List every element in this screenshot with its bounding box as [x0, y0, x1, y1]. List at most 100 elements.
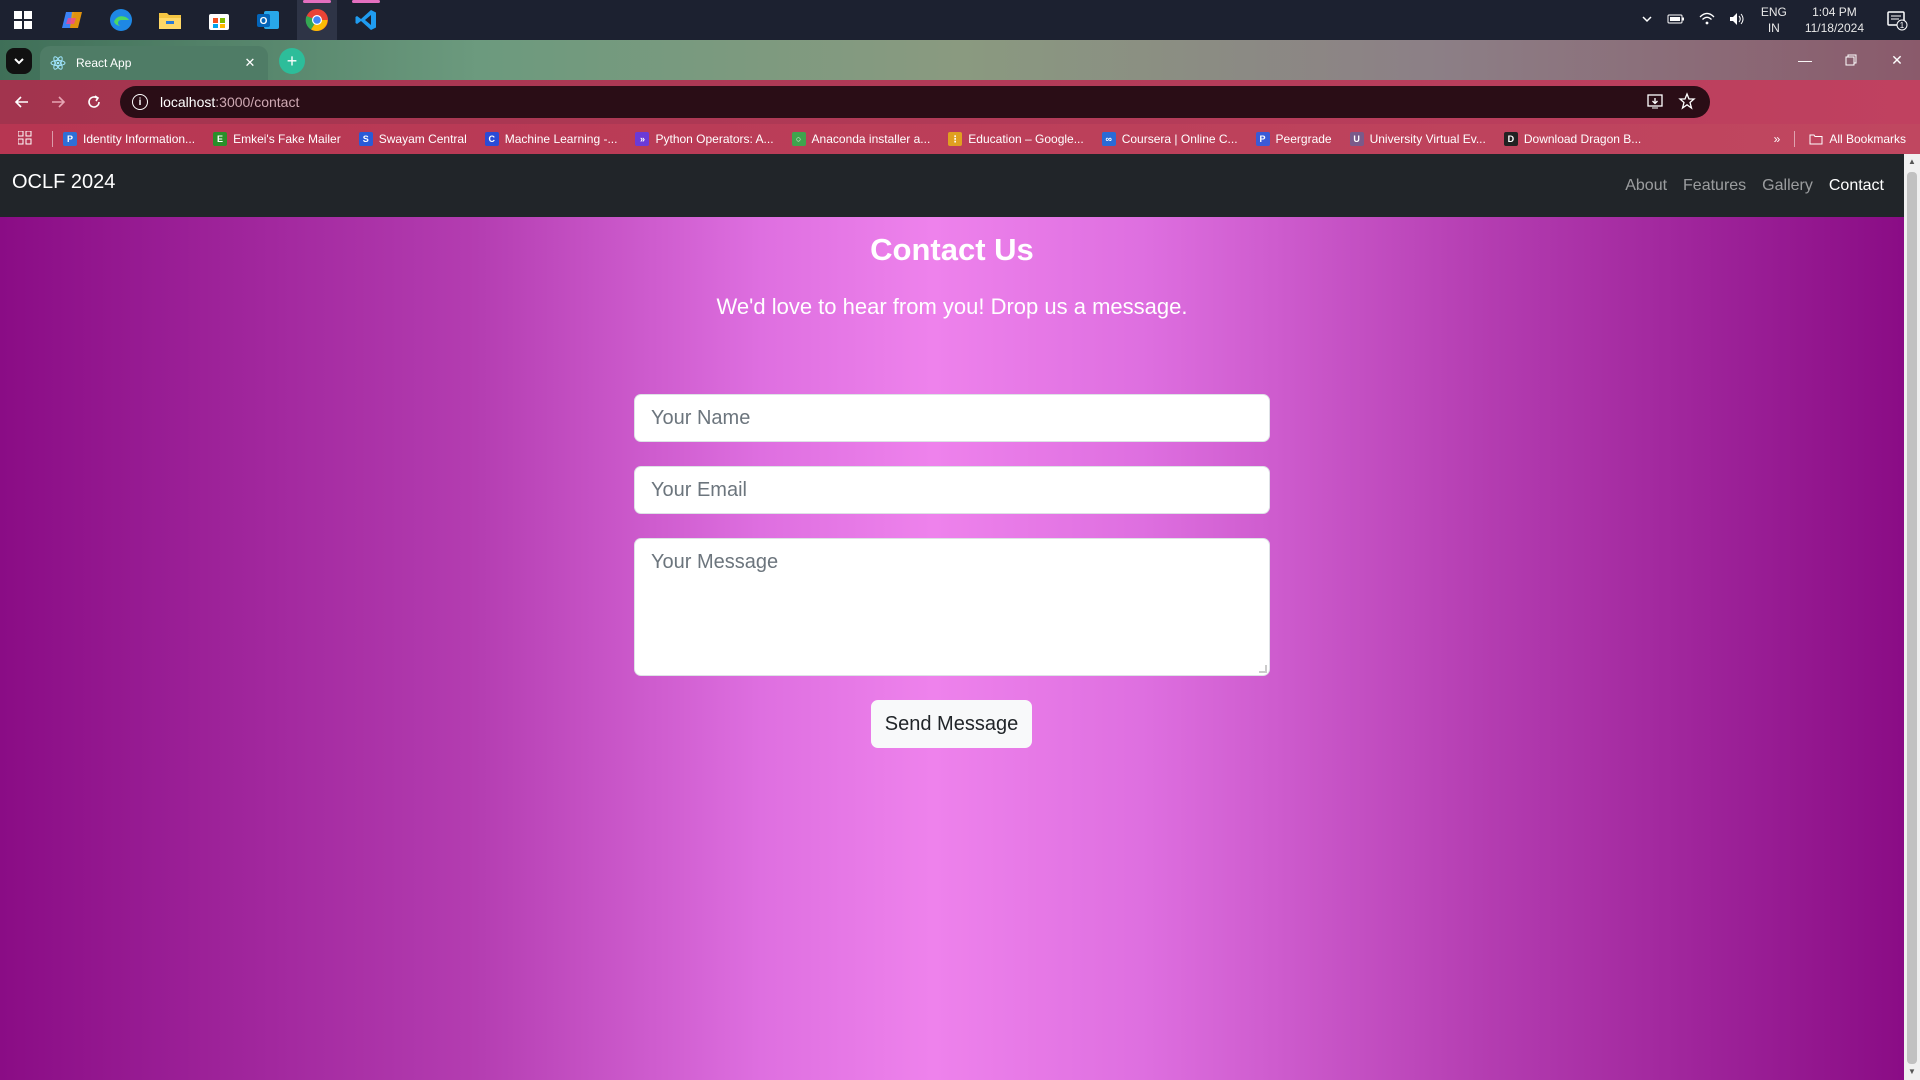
bookmark-label: Emkei's Fake Mailer: [233, 132, 341, 146]
forward-icon[interactable]: [46, 90, 70, 114]
bookmark-favicon-icon: S: [358, 132, 373, 146]
bookmark-item[interactable]: S Swayam Central: [358, 132, 467, 146]
url-path: :3000/contact: [215, 94, 300, 110]
bookmark-label: Peergrade: [1275, 132, 1332, 146]
site-navbar: OCLF 2024 About Features Gallery Contact: [0, 154, 1904, 217]
bookmark-favicon-icon: P: [1255, 132, 1270, 146]
outlook-icon[interactable]: O: [248, 0, 288, 40]
bookmark-item[interactable]: ∞ Coursera | Online C...: [1101, 132, 1238, 146]
wifi-icon[interactable]: [1699, 12, 1715, 29]
all-bookmarks-folder[interactable]: All Bookmarks: [1809, 132, 1906, 146]
navbar-brand[interactable]: OCLF 2024: [12, 171, 115, 194]
notification-center-icon[interactable]: 1: [1882, 5, 1912, 35]
tab-title: React App: [76, 56, 132, 70]
microsoft-store-icon[interactable]: [199, 0, 239, 40]
bookmark-item[interactable]: » Python Operators: A...: [635, 132, 774, 146]
bookmark-favicon-icon: U: [1349, 132, 1364, 146]
bookmark-favicon-icon: D: [1503, 132, 1518, 146]
bookmark-star-icon[interactable]: [1678, 92, 1696, 113]
bookmark-favicon-icon: E: [213, 132, 228, 146]
bookmarks-bar: P Identity Information... E Emkei's Fake Ma…: [0, 124, 1920, 154]
svg-text:O: O: [260, 16, 268, 27]
browser-tab[interactable]: React App ✕: [40, 46, 268, 80]
page-title: Contact Us: [870, 232, 1034, 267]
bookmark-favicon-icon: P: [63, 132, 77, 146]
minimize-icon[interactable]: —: [1782, 40, 1828, 80]
bookmark-favicon-icon: C: [484, 132, 499, 146]
bookmark-label: Identity Information...: [83, 132, 196, 146]
bookmark-label: University Virtual Ev...: [1369, 132, 1486, 146]
clock-date: 11/18/2024: [1804, 21, 1864, 35]
bookmark-item[interactable]: ⋮ Education – Google...: [948, 132, 1084, 146]
more-bookmarks-chevron-icon[interactable]: »: [1774, 132, 1781, 146]
volume-icon[interactable]: [1729, 12, 1745, 29]
bookmark-item[interactable]: P Identity Information...: [63, 132, 195, 146]
region-code: IN: [1767, 21, 1780, 35]
name-input[interactable]: Your Name: [634, 394, 1270, 442]
address-bar[interactable]: i localhost:3000/contact: [120, 86, 1710, 118]
message-placeholder: Your Message: [651, 551, 779, 573]
nav-link-features[interactable]: Features: [1683, 177, 1746, 195]
bookmarks-separator: [1794, 131, 1796, 147]
bookmark-item[interactable]: C Machine Learning -...: [484, 132, 618, 146]
new-tab-button[interactable]: +: [279, 48, 305, 74]
bookmark-favicon-icon: ○: [791, 132, 806, 146]
restore-icon[interactable]: [1828, 40, 1874, 80]
email-placeholder: Your Email: [651, 478, 747, 501]
bookmark-favicon-icon: ∞: [1101, 132, 1116, 146]
all-bookmarks-label: All Bookmarks: [1829, 132, 1906, 146]
back-icon[interactable]: [10, 90, 34, 114]
copilot-icon[interactable]: [52, 0, 92, 40]
url-host: localhost: [160, 94, 216, 110]
install-app-icon[interactable]: [1646, 92, 1664, 113]
nav-link-contact[interactable]: Contact: [1829, 177, 1884, 195]
send-message-button[interactable]: Send Message: [871, 700, 1032, 748]
scroll-down-icon[interactable]: ▼: [1907, 1067, 1917, 1077]
bookmark-favicon-icon: »: [635, 132, 650, 146]
windows-start-icon[interactable]: [3, 0, 43, 40]
clock[interactable]: 1:04 PM 11/18/2024: [1805, 4, 1864, 36]
language-indicator[interactable]: ENG IN: [1761, 4, 1787, 36]
windows-taskbar: O ENG IN 1:04 PM 11/18/2024 1: [0, 0, 1920, 40]
battery-icon[interactable]: [1667, 13, 1685, 28]
bookmark-item[interactable]: D Download Dragon B...: [1503, 132, 1642, 146]
nav-link-about[interactable]: About: [1625, 177, 1667, 195]
bookmark-label: Education – Google...: [968, 132, 1084, 146]
chevron-up-icon[interactable]: [1641, 13, 1653, 28]
page-scrollbar[interactable]: ▲ ▼: [1904, 154, 1920, 1080]
edge-icon[interactable]: [101, 0, 141, 40]
tab-close-icon[interactable]: ✕: [242, 55, 258, 71]
nav-link-gallery[interactable]: Gallery: [1762, 177, 1813, 195]
site-info-icon[interactable]: i: [132, 94, 148, 110]
close-window-icon[interactable]: ✕: [1874, 40, 1920, 80]
bookmark-item[interactable]: U University Virtual Ev...: [1349, 132, 1486, 146]
scroll-up-icon[interactable]: ▲: [1907, 157, 1917, 167]
page-viewport: OCLF 2024 About Features Gallery Contact…: [0, 154, 1904, 1080]
message-textarea[interactable]: Your Message: [634, 538, 1270, 676]
reload-icon[interactable]: [82, 90, 106, 114]
bookmark-label: Python Operators: A...: [655, 132, 774, 146]
email-input[interactable]: Your Email: [634, 466, 1270, 514]
bookmark-item[interactable]: ○ Anaconda installer a...: [791, 132, 931, 146]
resize-handle-icon[interactable]: [1259, 665, 1267, 673]
vscode-icon[interactable]: [346, 0, 386, 40]
apps-grid-icon[interactable]: [17, 130, 32, 148]
bookmark-label: Coursera | Online C...: [1121, 132, 1238, 146]
svg-text:1: 1: [1900, 21, 1905, 30]
react-favicon-icon: [50, 55, 66, 71]
nav-links: About Features Gallery Contact: [1625, 154, 1884, 217]
bookmark-label: Machine Learning -...: [504, 132, 618, 146]
bookmark-item[interactable]: P Peergrade: [1255, 132, 1332, 146]
bookmark-label: Swayam Central: [378, 132, 467, 146]
file-explorer-icon[interactable]: [150, 0, 190, 40]
page-subtitle: We'd love to hear from you! Drop us a me…: [716, 294, 1188, 319]
chrome-icon[interactable]: [297, 0, 337, 40]
bookmark-favicon-icon: ⋮: [948, 132, 963, 146]
clock-time: 1:04 PM: [1812, 5, 1857, 19]
tab-search-icon[interactable]: [6, 48, 32, 74]
bookmark-label: Anaconda installer a...: [811, 132, 931, 146]
bookmark-item[interactable]: E Emkei's Fake Mailer: [213, 132, 341, 146]
scrollbar-thumb[interactable]: [1907, 172, 1917, 1064]
bookmark-label: Download Dragon B...: [1523, 132, 1642, 146]
name-placeholder: Your Name: [651, 406, 751, 429]
